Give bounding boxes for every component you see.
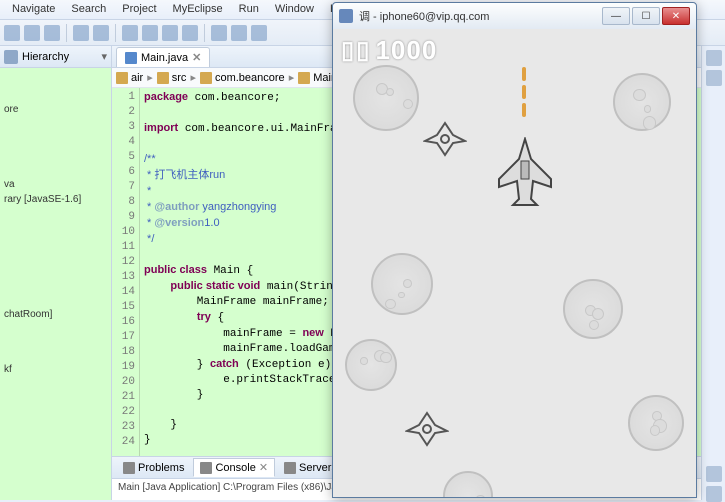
menu-myeclipse[interactable]: MyEclipse — [165, 0, 231, 19]
right-toolbar — [701, 46, 725, 500]
servers-icon — [284, 462, 296, 474]
java-file-icon — [125, 52, 137, 64]
breadcrumb-item[interactable]: com.beancore — [200, 72, 285, 84]
folder-icon — [116, 72, 128, 84]
tool-icon[interactable] — [4, 25, 20, 41]
view-icon[interactable] — [706, 466, 722, 482]
tree-item[interactable]: rary [JavaSE-1.6] — [4, 192, 107, 207]
breadcrumb-separator: ▸ — [289, 71, 295, 84]
view-icon[interactable] — [706, 50, 722, 66]
life-icon: ▯ — [356, 36, 369, 65]
tab-main-java[interactable]: Main.java ✕ — [116, 47, 210, 67]
asteroid — [613, 73, 671, 131]
tool-icon[interactable] — [44, 25, 60, 41]
window-title: 调 - iphone60@vip.qq.com — [359, 8, 596, 24]
asteroid — [371, 253, 433, 315]
view-icon[interactable] — [706, 70, 722, 86]
app-icon — [339, 9, 353, 23]
tree-item[interactable]: va — [4, 177, 107, 192]
bullet — [522, 103, 526, 117]
tree-item[interactable]: kf — [4, 362, 107, 377]
maximize-button[interactable]: ☐ — [632, 7, 660, 25]
tree-item[interactable]: ore — [4, 102, 107, 117]
asteroid — [353, 65, 419, 131]
player-ship — [493, 137, 557, 210]
breadcrumb-item[interactable]: src — [157, 72, 187, 84]
asteroid — [563, 279, 623, 339]
tree-item[interactable]: chatRoom] — [4, 307, 107, 322]
asteroid — [443, 471, 493, 497]
menu-project[interactable]: Project — [114, 0, 164, 19]
line-gutter: 123456789101112131415161718192021222324 — [112, 88, 140, 456]
panel-menu-icon[interactable]: ▾ — [101, 50, 107, 63]
tool-icon[interactable] — [93, 25, 109, 41]
bullet — [522, 67, 526, 81]
breadcrumb-item[interactable]: air — [116, 72, 143, 84]
tool-icon[interactable] — [162, 25, 178, 41]
menu-window[interactable]: Window — [267, 0, 322, 19]
tool-icon[interactable] — [251, 25, 267, 41]
problems-icon — [123, 462, 135, 474]
tab-problems[interactable]: Problems — [116, 459, 191, 477]
game-window: 调 - iphone60@vip.qq.com — ☐ ✕ ▯▯ 1000 — [332, 2, 697, 498]
asteroid — [345, 339, 397, 391]
score-display: 1000 — [375, 35, 437, 66]
breadcrumb-separator: ▸ — [147, 71, 153, 84]
tab-label: Main.java — [141, 52, 188, 64]
game-canvas[interactable]: ▯▯ 1000 — [333, 29, 696, 497]
separator — [204, 24, 205, 42]
life-icon: ▯ — [341, 36, 354, 65]
tool-icon[interactable] — [231, 25, 247, 41]
tool-icon[interactable] — [182, 25, 198, 41]
tool-icon[interactable] — [211, 25, 227, 41]
hierarchy-label: Hierarchy — [22, 51, 69, 63]
close-button[interactable]: ✕ — [662, 7, 690, 25]
hierarchy-icon — [4, 50, 18, 64]
folder-icon — [157, 72, 169, 84]
breadcrumb-separator: ▸ — [190, 71, 196, 84]
minimize-button[interactable]: — — [602, 7, 630, 25]
tool-icon[interactable] — [122, 25, 138, 41]
bullet — [522, 85, 526, 99]
tool-icon[interactable] — [24, 25, 40, 41]
close-icon[interactable]: ✕ — [192, 51, 201, 64]
separator — [115, 24, 116, 42]
folder-icon — [298, 72, 310, 84]
enemy-ship — [423, 121, 467, 160]
tab-console[interactable]: Console ✕ — [193, 458, 275, 477]
enemy-ship — [405, 411, 449, 450]
tool-icon[interactable] — [73, 25, 89, 41]
menu-run[interactable]: Run — [231, 0, 267, 19]
separator — [66, 24, 67, 42]
close-icon[interactable]: ✕ — [259, 461, 268, 474]
hierarchy-panel: Hierarchy ▾ ore va rary [JavaSE-1.6] cha… — [0, 46, 112, 500]
menu-navigate[interactable]: Navigate — [4, 0, 63, 19]
folder-icon — [200, 72, 212, 84]
menu-search[interactable]: Search — [63, 0, 114, 19]
game-titlebar[interactable]: 调 - iphone60@vip.qq.com — ☐ ✕ — [333, 3, 696, 29]
console-icon — [200, 462, 212, 474]
tool-icon[interactable] — [142, 25, 158, 41]
hud: ▯▯ 1000 — [341, 35, 437, 66]
asteroid — [628, 395, 684, 451]
